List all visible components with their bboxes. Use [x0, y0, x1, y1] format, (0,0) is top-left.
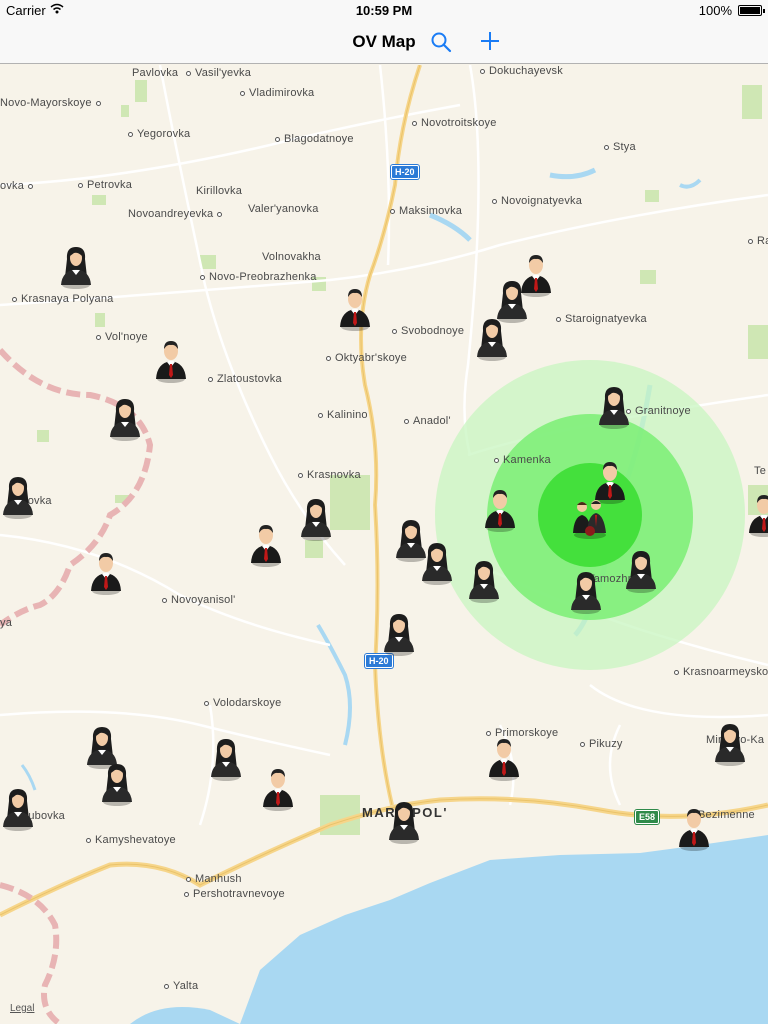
place-label: Kalinino [318, 409, 368, 421]
place-label: Novo-Preobrazhenka [200, 271, 317, 283]
place-label: Yegorovka [128, 128, 190, 140]
map-view[interactable]: Pavlovka Vasil'yevka Dokuchayevsk Novo-M… [0, 65, 768, 1024]
place-label: Petrovka [78, 179, 132, 191]
male-avatar-marker[interactable] [88, 549, 124, 595]
place-label: Maksimovka [390, 205, 462, 217]
battery-icon [738, 5, 765, 16]
place-label: Kamenka [494, 454, 551, 466]
male-avatar-marker[interactable] [746, 491, 768, 537]
status-bar: Carrier 10:59 PM 100% [0, 0, 768, 20]
navigation-bar: OV Map [0, 20, 768, 64]
place-label: Volodarskoye [204, 697, 281, 709]
male-avatar-marker[interactable] [486, 735, 522, 781]
place-label: Yalta [164, 980, 198, 992]
place-label: Raz [748, 235, 768, 247]
female-avatar-marker[interactable] [208, 735, 244, 781]
male-avatar-marker[interactable] [153, 337, 189, 383]
status-time: 10:59 PM [355, 3, 413, 18]
page-title: OV Map [352, 32, 416, 51]
female-avatar-marker[interactable] [623, 547, 659, 593]
place-label: Blagodatnoye [275, 133, 354, 145]
place-label: Novotroitskoye [412, 117, 497, 129]
place-label: Krasnaya Polyana [12, 293, 113, 305]
place-label: Zlatoustovka [208, 373, 282, 385]
place-label: Pikuzy [580, 738, 623, 750]
place-label: Oktyabr'skoye [326, 352, 407, 364]
place-label: Vol'noye [96, 331, 148, 343]
legal-link[interactable]: Legal [10, 1003, 34, 1014]
place-label: Stya [604, 141, 636, 153]
place-label: Pershotravnevoye [184, 888, 285, 900]
male-avatar-marker[interactable] [482, 486, 518, 532]
place-label: Kirillovka [196, 185, 243, 197]
place-label: Granitnoye [626, 405, 691, 417]
battery-percent: 100% [698, 3, 732, 18]
road-shield: H-20 [391, 165, 419, 179]
group-cluster-icon[interactable] [570, 493, 610, 539]
female-avatar-marker[interactable] [99, 760, 135, 806]
place-label: Volnovakha [262, 251, 321, 263]
female-avatar-marker[interactable] [568, 568, 604, 614]
female-avatar-marker[interactable] [386, 798, 422, 844]
place-label: Krasnovka [298, 469, 361, 481]
male-avatar-marker[interactable] [260, 765, 296, 811]
place-label: Staroignatyevka [556, 313, 647, 325]
place-label: Anadol' [404, 415, 451, 427]
female-avatar-marker[interactable] [381, 610, 417, 656]
place-label: Te [754, 465, 767, 477]
female-avatar-marker[interactable] [474, 315, 510, 361]
male-avatar-marker[interactable] [676, 805, 712, 851]
place-label: Svobodnoye [392, 325, 464, 337]
place-label: ya [0, 617, 13, 629]
place-label: Dokuchayevsk [480, 65, 563, 77]
place-label: Vladimirovka [240, 87, 314, 99]
place-label: Vasil'yevka [186, 67, 251, 79]
place-label: Valer'yanovka [248, 203, 319, 215]
place-label: ovka [0, 180, 37, 192]
male-avatar-marker[interactable] [337, 285, 373, 331]
female-avatar-marker[interactable] [298, 495, 334, 541]
place-label: Novoandreyevka [128, 208, 226, 220]
place-label: Manhush [186, 873, 242, 885]
place-label: Novo-Mayorskoye [0, 97, 105, 109]
road-shield: E58 [635, 810, 660, 824]
place-label: Kamyshevatoye [86, 834, 176, 846]
road-shield: H-20 [365, 654, 393, 668]
female-avatar-marker[interactable] [58, 243, 94, 289]
female-avatar-marker[interactable] [596, 383, 632, 429]
female-avatar-marker[interactable] [0, 473, 36, 519]
female-avatar-marker[interactable] [466, 557, 502, 603]
place-label: Krasnoarmeysko [674, 666, 768, 678]
female-avatar-marker[interactable] [419, 539, 455, 585]
place-label: Novoignatyevka [492, 195, 582, 207]
search-icon[interactable] [430, 31, 452, 53]
plus-icon[interactable] [478, 29, 502, 53]
place-label: Pavlovka [132, 67, 179, 79]
female-avatar-marker[interactable] [0, 785, 36, 831]
female-avatar-marker[interactable] [712, 720, 748, 766]
male-avatar-marker[interactable] [248, 521, 284, 567]
female-avatar-marker[interactable] [107, 395, 143, 441]
place-label: Novoyanisol' [162, 594, 235, 606]
map-base [0, 65, 768, 1024]
